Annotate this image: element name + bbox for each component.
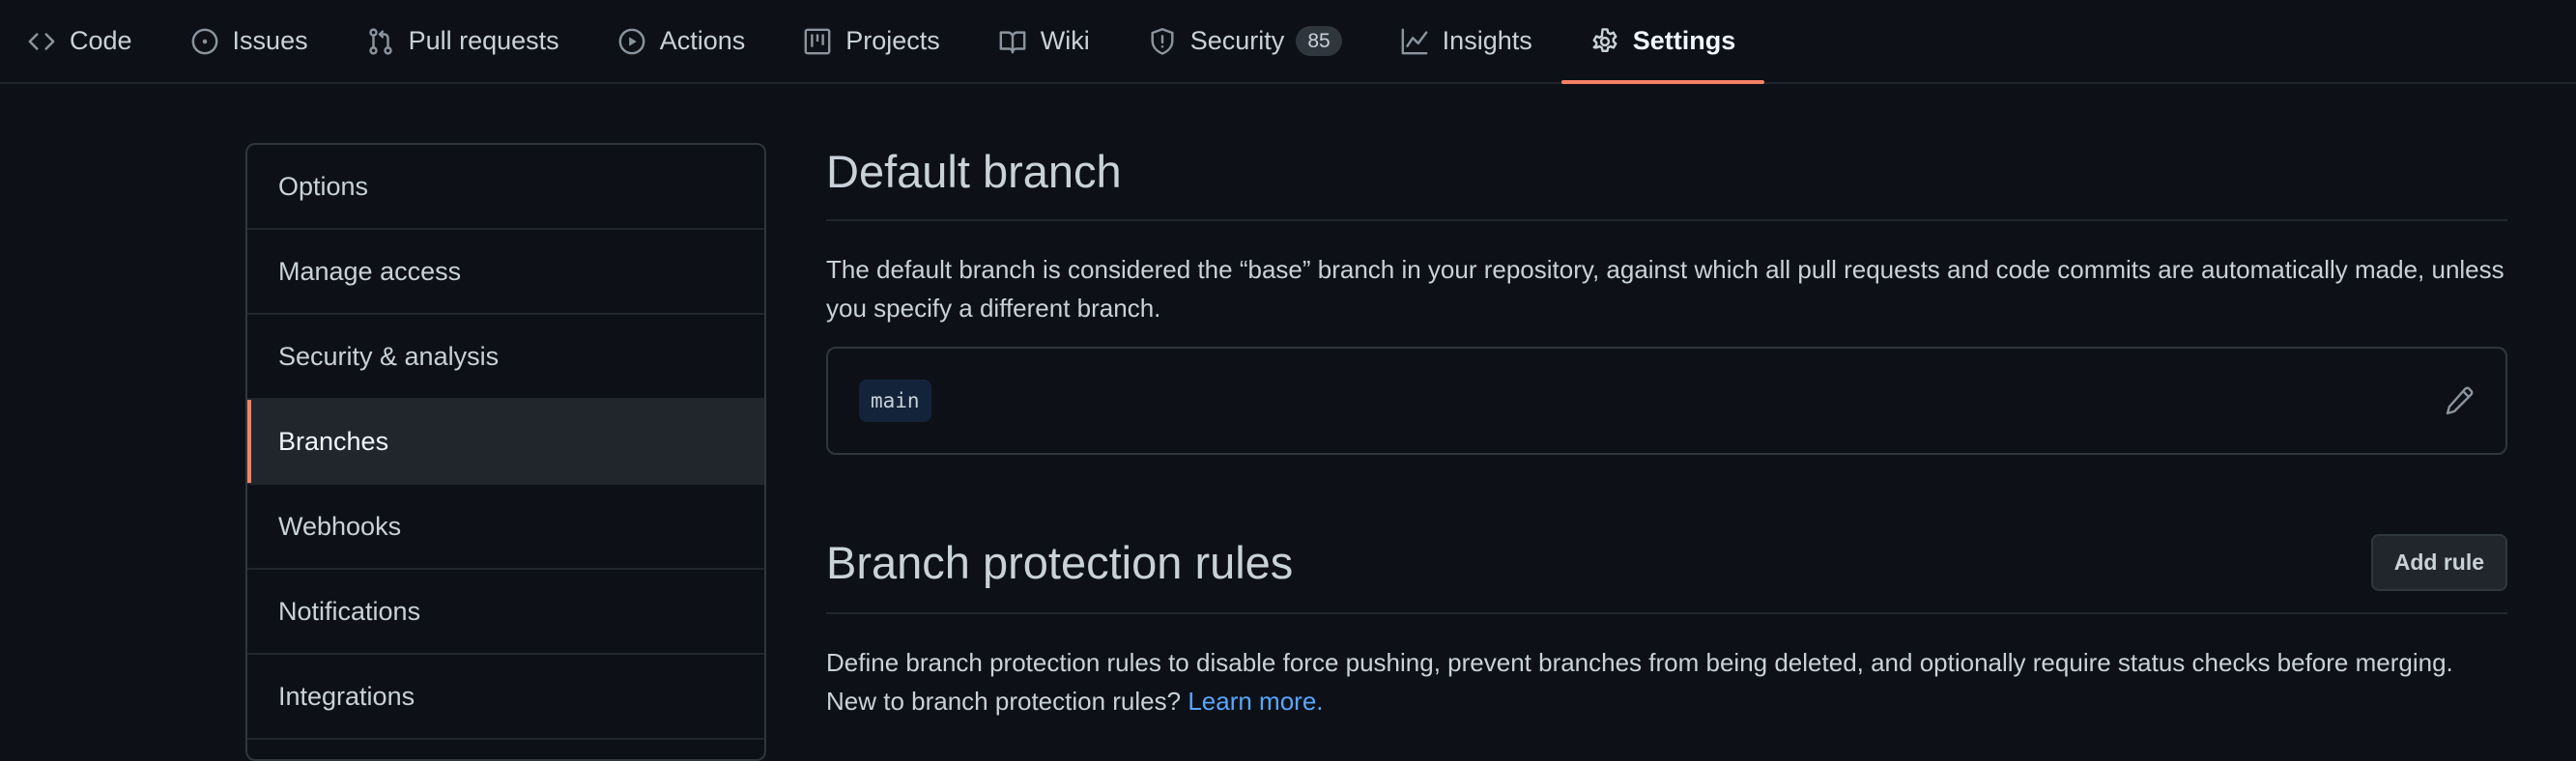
tab-code[interactable]: Code [27, 0, 161, 82]
default-branch-box: main [826, 347, 2507, 455]
settings-menu: Options Manage access Security & analysi… [245, 143, 766, 761]
tab-issues-label: Issues [232, 26, 308, 55]
menu-item-manage-access[interactable]: Manage access [247, 230, 764, 315]
security-alert-count-badge: 85 [1296, 26, 1342, 56]
tab-settings[interactable]: Settings [1560, 0, 1765, 84]
tab-projects-label: Projects [845, 26, 940, 55]
tab-wiki[interactable]: Wiki [969, 0, 1119, 82]
book-icon [998, 27, 1027, 56]
tab-settings-label: Settings [1632, 26, 1736, 55]
branch-protection-description: Define branch protection rules to disabl… [826, 643, 2507, 720]
menu-item-label: Notifications [278, 596, 421, 626]
menu-item-label: Security & analysis [278, 341, 500, 371]
tab-issues[interactable]: Issues [161, 0, 337, 82]
repo-nav: Code Issues Pull requests Actions Projec… [0, 0, 2576, 84]
play-icon [617, 27, 646, 56]
tab-actions-label: Actions [659, 26, 746, 55]
menu-item-security-analysis[interactable]: Security & analysis [247, 315, 764, 400]
tab-code-label: Code [70, 26, 132, 55]
branch-protection-title: Branch protection rules [826, 537, 1294, 588]
git-pull-request-icon [366, 27, 395, 56]
menu-item-integrations[interactable]: Integrations [247, 655, 764, 740]
menu-item-webhooks[interactable]: Webhooks [247, 485, 764, 570]
menu-item-label: Options [278, 171, 369, 201]
tab-actions[interactable]: Actions [588, 0, 775, 82]
shield-icon [1148, 27, 1177, 56]
learn-more-link[interactable]: Learn more. [1188, 687, 1323, 716]
tab-pull-requests[interactable]: Pull requests [337, 0, 588, 82]
branch-protection-section: Branch protection rules Add rule Define … [826, 534, 2507, 720]
default-branch-name: main [859, 380, 931, 422]
tab-security-label: Security [1189, 26, 1285, 55]
tab-wiki-label: Wiki [1040, 26, 1090, 55]
main-content: Default branch The default branch is con… [826, 145, 2507, 720]
menu-item-label: Integrations [278, 681, 415, 711]
branch-protection-description-text: Define branch protection rules to disabl… [826, 648, 2453, 716]
default-branch-description: The default branch is considered the “ba… [826, 255, 2504, 323]
graph-icon [1400, 27, 1429, 56]
menu-item-branches[interactable]: Branches [247, 400, 764, 485]
menu-item-options[interactable]: Options [247, 145, 764, 230]
menu-item-label: Branches [278, 426, 389, 456]
menu-item-label: Webhooks [278, 511, 402, 541]
add-rule-button[interactable]: Add rule [2370, 534, 2507, 591]
tab-insights[interactable]: Insights [1371, 0, 1561, 82]
issue-opened-icon [190, 27, 219, 56]
branch-protection-header: Branch protection rules Add rule [826, 534, 2507, 614]
tab-projects[interactable]: Projects [774, 0, 969, 82]
code-icon [27, 27, 56, 56]
default-branch-section: Default branch The default branch is con… [826, 145, 2507, 455]
pencil-icon[interactable] [2444, 385, 2475, 416]
gear-icon [1590, 27, 1619, 56]
menu-item-label: Manage access [278, 256, 462, 286]
project-icon [803, 27, 832, 56]
menu-item-notifications[interactable]: Notifications [247, 570, 764, 655]
tab-insights-label: Insights [1442, 26, 1532, 55]
tab-pull-requests-label: Pull requests [408, 26, 559, 55]
default-branch-title: Default branch [826, 145, 2507, 221]
tab-security[interactable]: Security 85 [1119, 0, 1371, 82]
